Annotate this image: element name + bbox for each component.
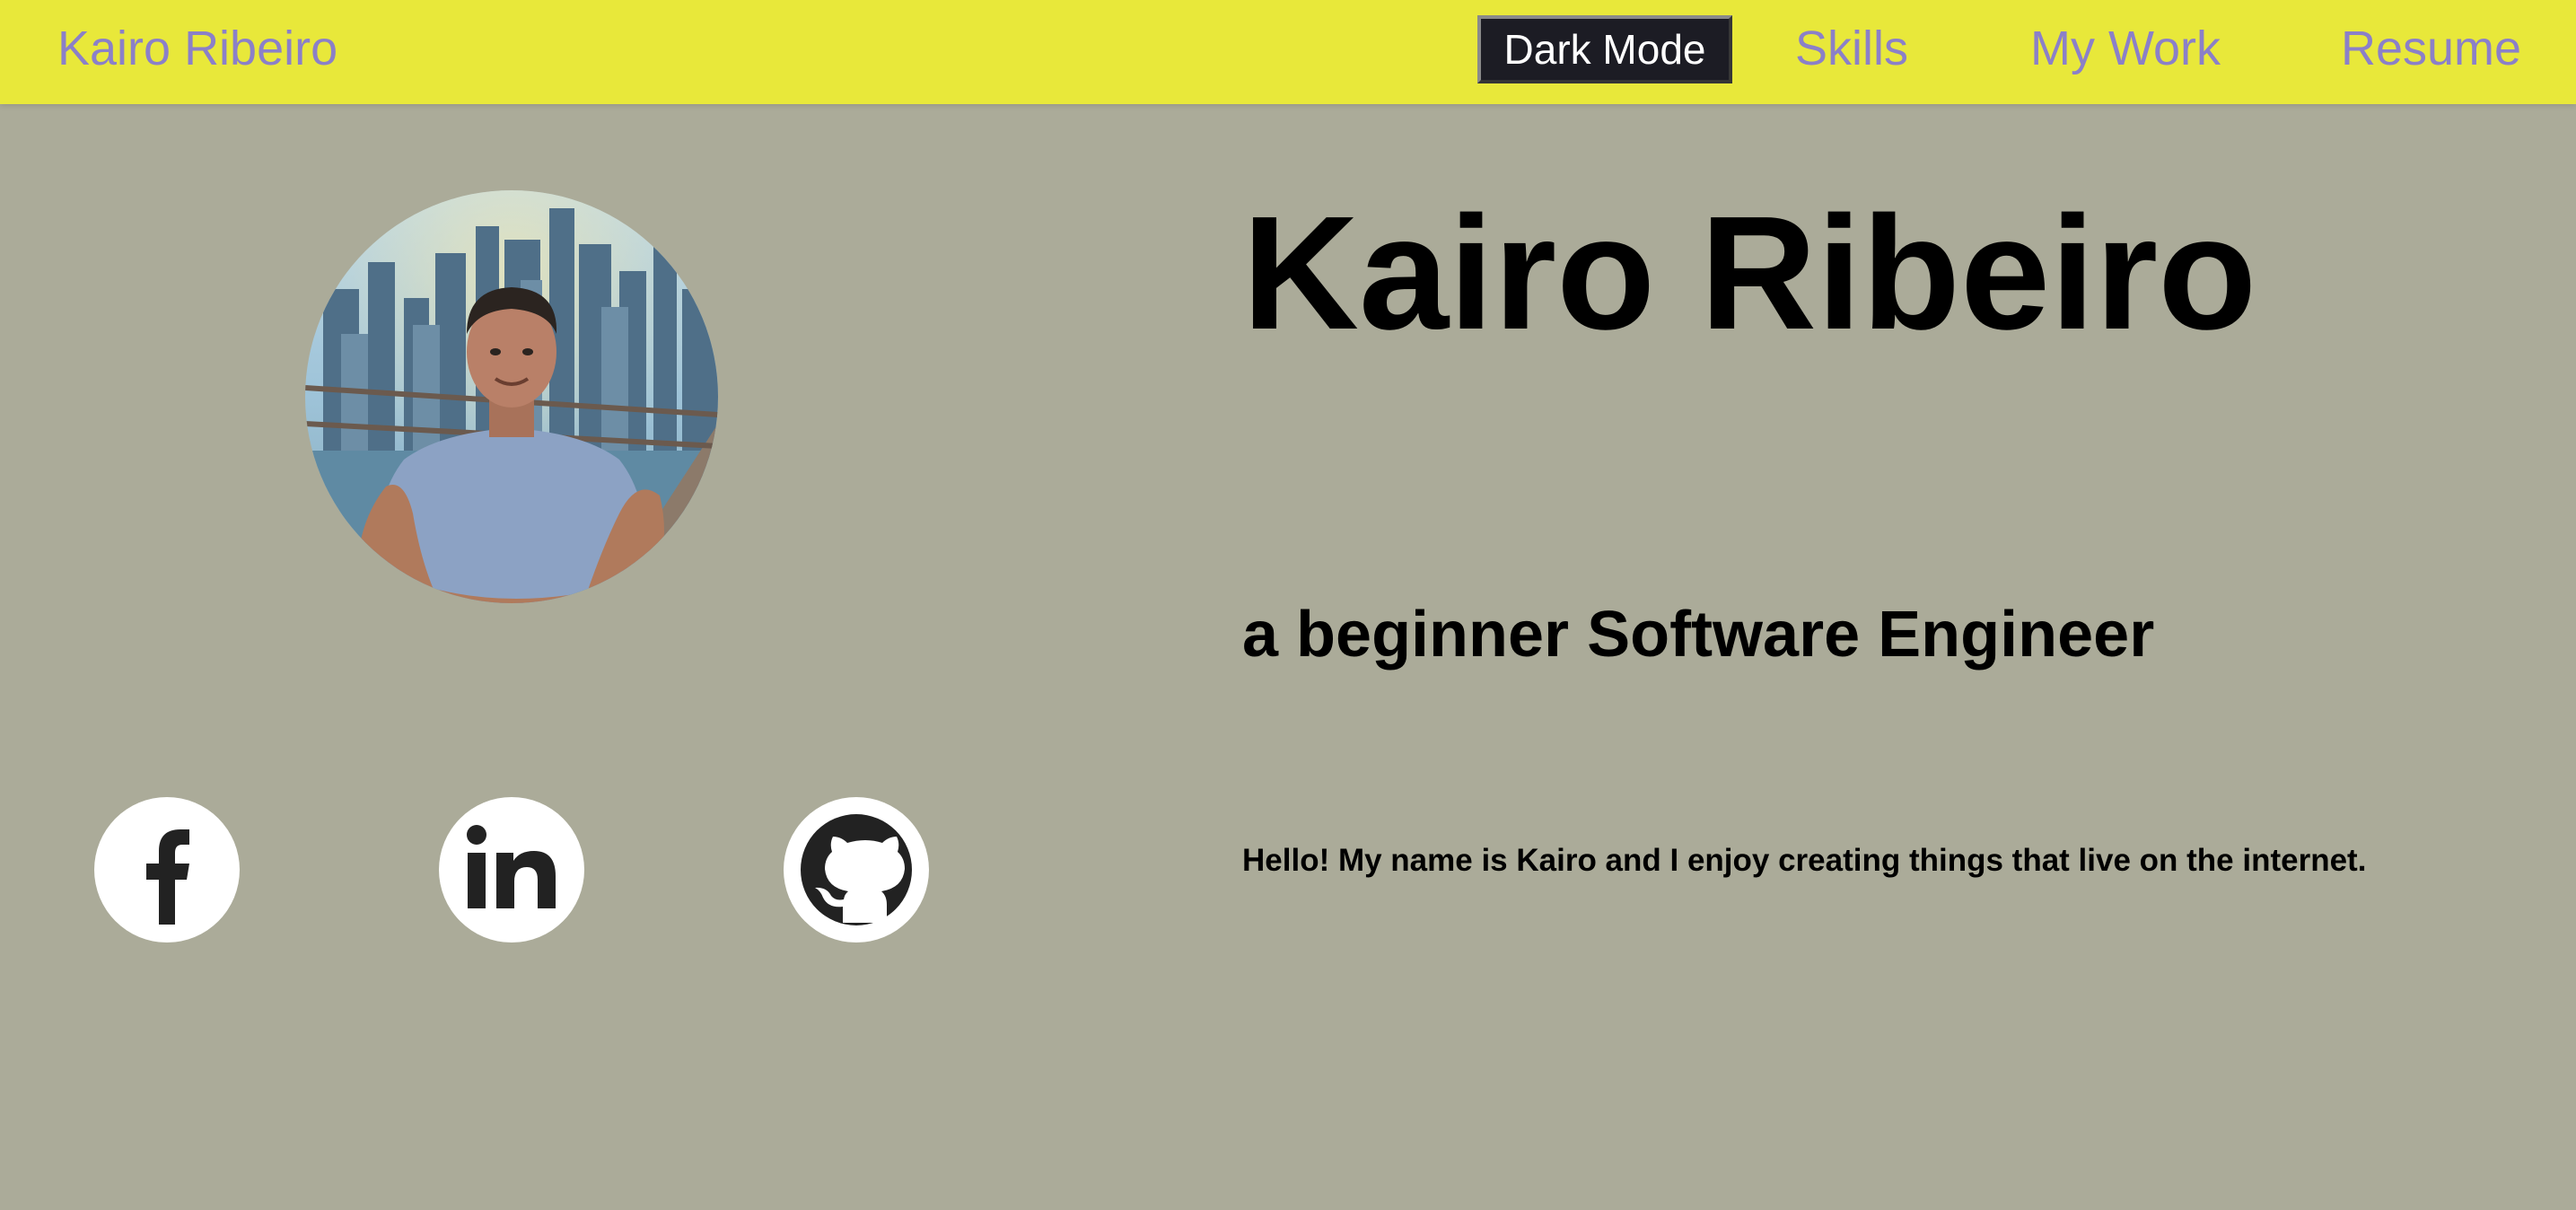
- facebook-link[interactable]: [94, 797, 240, 943]
- dark-mode-button[interactable]: Dark Mode: [1477, 15, 1732, 83]
- linkedin-link[interactable]: [439, 797, 584, 943]
- github-icon: [801, 814, 912, 925]
- hero-subtitle: a beginner Software Engineer: [1242, 599, 2155, 671]
- linkedin-icon: [467, 825, 556, 908]
- hero-intro: Hello! My name is Kairo and I enjoy crea…: [1242, 843, 2367, 878]
- avatar-photo: [305, 190, 718, 603]
- nav-link-resume[interactable]: Resume: [2341, 20, 2521, 77]
- hero-name: Kairo Ribeiro: [1242, 183, 2257, 364]
- nav-link-skills[interactable]: Skills: [1795, 20, 1908, 77]
- nav-link-my-work[interactable]: My Work: [2030, 20, 2221, 77]
- facebook-icon: [146, 829, 189, 925]
- avatar: [305, 190, 718, 603]
- navbar: Kairo Ribeiro Dark Mode Skills My Work R…: [0, 0, 2576, 104]
- github-link[interactable]: [784, 797, 929, 943]
- brand-link[interactable]: Kairo Ribeiro: [57, 20, 337, 77]
